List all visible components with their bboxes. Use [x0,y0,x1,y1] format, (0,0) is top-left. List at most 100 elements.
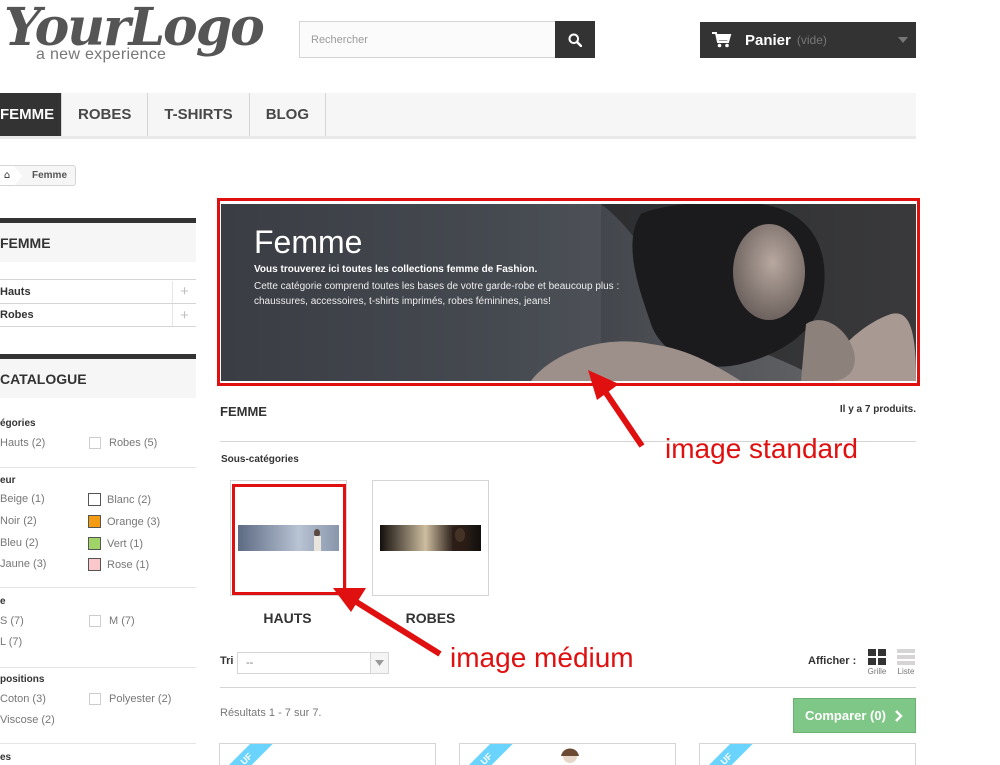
subcategory-link-robes[interactable]: ROBES [372,610,489,626]
sort-select[interactable]: -- [237,652,389,674]
site-logo[interactable]: YourLogo a new experience [4,0,265,70]
sidebar-category-block: FEMME Hauts + Robes + [0,218,196,327]
filter-heading-size: e [0,596,6,607]
product-count: Il y a 7 produits. [839,404,916,415]
search-button[interactable] [555,21,595,58]
plus-icon[interactable]: + [172,304,196,326]
sidebar-item-hauts[interactable]: Hauts + [0,279,196,303]
annotation-frame-medium [232,484,346,595]
menu-item-blog[interactable]: BLOG [250,93,327,136]
product-card[interactable]: UF [219,743,436,765]
grid-icon [868,649,886,665]
breadcrumb-current: Femme [32,170,68,181]
sidebar-catalogue-block: CATALOGUE [0,354,196,398]
filter-item[interactable]: Robes (5) [89,437,157,449]
filter-item[interactable]: L (7) [0,636,22,648]
chevron-down-icon [898,37,908,43]
divider [220,687,916,688]
checkbox[interactable] [89,437,101,449]
filter-item[interactable]: Rose (1) [88,558,149,571]
category-name: FEMME [220,404,267,419]
product-thumbnail [561,748,579,763]
color-swatch[interactable] [88,515,101,528]
filter-divider [0,743,196,744]
subcategories-heading: Sous-catégories [221,454,299,465]
subcategory-link-hauts[interactable]: HAUTS [229,610,346,626]
filter-label: Bleu (2) [0,537,39,549]
chevron-right-icon [895,709,903,722]
filter-label: Beige (1) [0,493,45,505]
sidebar-item-label: Hauts [0,285,31,298]
filter-label: Jaune (3) [0,558,47,570]
chevron-down-icon[interactable] [370,653,388,673]
filter-label: Rose (1) [107,558,150,571]
filter-heading-last: es [0,752,12,763]
breadcrumb: ⌂ Femme [0,165,77,186]
breadcrumb-separator [14,165,22,186]
product-card[interactable]: UF [699,743,916,765]
logo-tagline: a new experience [36,46,167,63]
product-card[interactable]: UF [459,743,676,765]
color-swatch[interactable] [88,558,101,571]
shopping-cart-icon [712,32,732,48]
filter-label: Vert (1) [107,537,144,550]
cart-button[interactable]: Panier (vide) [700,22,916,58]
plus-icon[interactable]: + [172,280,196,303]
filter-item[interactable]: Jaune (3) [0,558,46,570]
new-badge: UF [460,744,517,765]
filter-divider [0,667,196,668]
color-swatch[interactable] [88,493,101,506]
filter-heading-composition: positions [0,674,45,685]
checkbox[interactable] [89,693,101,705]
filter-item[interactable]: Orange (3) [88,515,160,528]
filter-item[interactable]: M (7) [89,615,135,627]
search-icon [568,33,582,47]
filter-divider [0,467,196,468]
filter-item[interactable]: Vert (1) [88,537,143,550]
home-icon[interactable]: ⌂ [0,166,14,185]
sort-selected-value: -- [246,657,254,669]
checkbox[interactable] [89,615,101,627]
sidebar-category-title: FEMME [0,218,196,262]
view-list-button[interactable]: Liste [895,649,917,676]
filter-item[interactable]: Beige (1) [0,493,45,505]
sidebar-item-robes[interactable]: Robes + [0,303,196,327]
search-input[interactable] [300,22,555,57]
filter-divider [0,587,196,588]
subcategory-image-robes[interactable] [372,480,489,596]
filter-item[interactable]: Blanc (2) [88,493,151,506]
filter-item[interactable]: Polyester (2) [89,693,171,705]
filter-heading-categories: égories [0,418,36,429]
filter-label: Hauts (2) [0,437,46,449]
filter-item[interactable]: Noir (2) [0,515,37,527]
search-field-wrapper [299,21,556,58]
filter-label: Coton (3) [0,693,46,705]
new-badge: UF [220,744,277,765]
filter-label: Viscose (2) [0,714,55,726]
annotation-label-standard: image standard [665,433,859,464]
subcategory-thumbnail [380,525,481,551]
filter-item[interactable]: Viscose (2) [0,714,55,726]
filter-heading-color: eur [0,475,16,486]
view-grid-button[interactable]: Grille [866,649,888,676]
menu-item-robes[interactable]: ROBES [62,93,149,136]
filter-item[interactable]: Coton (3) [0,693,46,705]
menu-item-femme[interactable]: FEMME [0,93,62,136]
sidebar-item-label: Robes [0,309,34,321]
filter-item[interactable]: S (7) [0,615,24,627]
cart-label: Panier [745,31,791,49]
compare-button[interactable]: Comparer (0) [793,698,916,733]
color-swatch[interactable] [88,537,101,550]
menu-item-t-shirts[interactable]: T-SHIRTS [148,93,250,136]
sidebar-category-list: Hauts + Robes + [0,279,196,327]
filter-item[interactable]: Bleu (2) [0,537,39,549]
annotation-frame-standard [217,198,920,386]
filter-item[interactable]: Hauts (2) [0,437,45,449]
view-list-label: Liste [897,667,915,676]
annotation-label-medium: image médium [450,642,634,673]
filter-label: Noir (2) [0,515,37,527]
filter-label: Orange (3) [107,515,161,528]
view-label: Afficher : [808,655,857,667]
list-icon [897,649,915,665]
filter-label: Robes (5) [109,437,158,449]
